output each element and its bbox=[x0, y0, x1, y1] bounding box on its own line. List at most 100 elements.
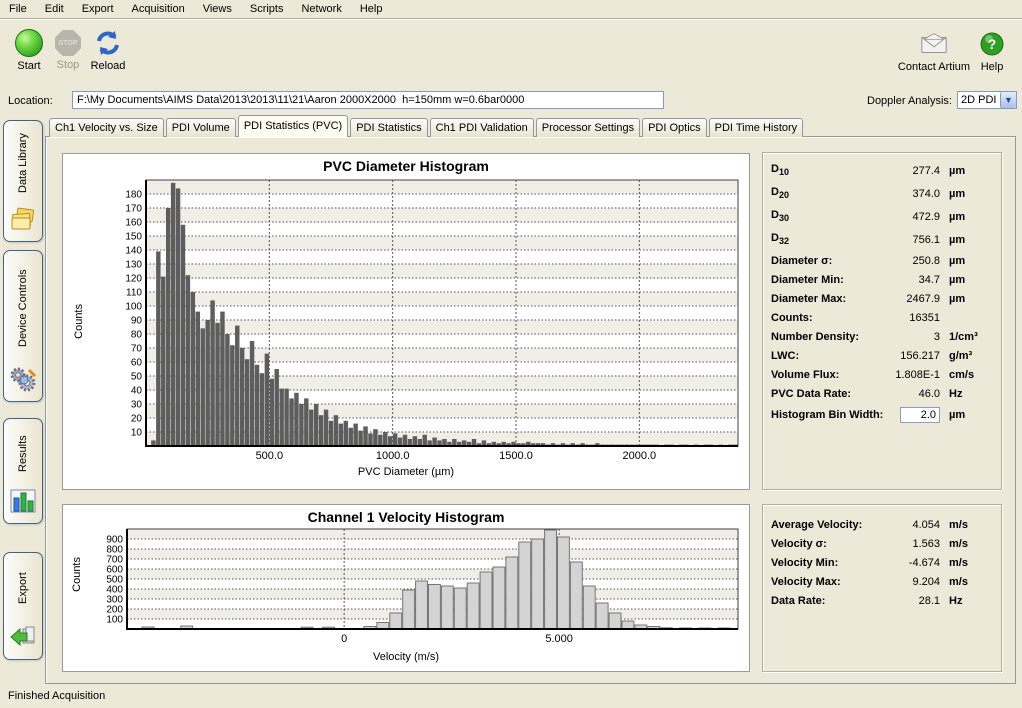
velocity-stat-label: Average Velocity: bbox=[771, 519, 876, 531]
chevron-down-icon[interactable]: ▼ bbox=[1000, 92, 1016, 108]
start-button[interactable]: Start bbox=[12, 29, 46, 72]
diameter-stat-row: Diameter σ:250.8µm bbox=[771, 251, 993, 270]
tab-processor-settings[interactable]: Processor Settings bbox=[536, 118, 640, 137]
status-text: Finished Acquisition bbox=[8, 690, 105, 702]
svg-text:10: 10 bbox=[131, 428, 143, 439]
diameter-stat-label: D32 bbox=[771, 232, 876, 246]
velocity-stat-value: 4.054 bbox=[876, 519, 940, 531]
bar-chart-icon bbox=[9, 488, 37, 517]
help-button-label: Help bbox=[981, 61, 1004, 73]
diameter-stat-unit: µm bbox=[949, 234, 993, 246]
sidebar-item-export[interactable]: Export bbox=[3, 552, 43, 660]
contact-artium-button[interactable]: Contact Artium bbox=[896, 30, 972, 73]
velocity-stat-label: Velocity Min: bbox=[771, 557, 876, 569]
diameter-stat-label: D20 bbox=[771, 186, 876, 200]
velocity-plot: 10020030040050060070080090005.000 bbox=[63, 505, 751, 673]
diameter-stat-unit: µm bbox=[949, 293, 993, 305]
diameter-stat-row: LWC:156.217g/m³ bbox=[771, 346, 993, 365]
help-button[interactable]: ? Help bbox=[974, 30, 1010, 73]
svg-text:170: 170 bbox=[125, 204, 142, 215]
velocity-histogram: Channel 1 Velocity Histogram Counts 1002… bbox=[62, 504, 750, 672]
velocity-stat-value: -4.674 bbox=[876, 557, 940, 569]
sidebar-item-device-controls[interactable]: Device Controls bbox=[3, 250, 43, 402]
sidebar-item-label: Device Controls bbox=[17, 251, 29, 366]
pvc-plot: 1020304050607080901001101201301401501601… bbox=[63, 154, 751, 491]
diameter-stat-value: 472.9 bbox=[876, 211, 940, 223]
diameter-stat-row: Number Density:31/cm³ bbox=[771, 327, 993, 346]
tab-ch1-velocity-vs-size[interactable]: Ch1 Velocity vs. Size bbox=[49, 118, 164, 137]
svg-text:500: 500 bbox=[106, 575, 123, 586]
svg-text:100: 100 bbox=[125, 302, 142, 313]
svg-text:300: 300 bbox=[106, 595, 123, 606]
diameter-stat-unit: 1/cm³ bbox=[949, 331, 993, 343]
stop-icon: STOP bbox=[55, 30, 81, 56]
location-input[interactable] bbox=[72, 91, 664, 109]
svg-text:800: 800 bbox=[106, 545, 123, 556]
svg-text:20: 20 bbox=[131, 414, 143, 425]
diameter-stat-row: Diameter Max:2467.9µm bbox=[771, 289, 993, 308]
svg-text:140: 140 bbox=[125, 246, 142, 257]
stop-button[interactable]: STOP Stop bbox=[52, 30, 84, 71]
gears-icon bbox=[9, 366, 37, 395]
svg-text:700: 700 bbox=[106, 555, 123, 566]
doppler-analysis-select[interactable]: 2D PDI ▼ bbox=[957, 91, 1017, 109]
diameter-stat-unit: µm bbox=[949, 211, 993, 223]
sidebar-item-label: Results bbox=[17, 419, 29, 488]
tab-pdi-optics[interactable]: PDI Optics bbox=[642, 118, 707, 137]
tab-pdi-statistics[interactable]: PDI Statistics bbox=[350, 118, 427, 137]
pvc-xaxis-label: PVC Diameter (µm) bbox=[63, 466, 749, 478]
export-arrow-icon bbox=[9, 624, 37, 653]
sidebar-item-data-library[interactable]: Data Library bbox=[3, 120, 43, 242]
svg-text:80: 80 bbox=[131, 330, 143, 341]
sidebar-item-label: Data Library bbox=[17, 121, 29, 206]
menu-file[interactable]: File bbox=[0, 1, 36, 17]
sidebar-item-results[interactable]: Results bbox=[3, 418, 43, 524]
diameter-stat-unit: µm bbox=[949, 165, 993, 177]
velocity-stat-label: Data Rate: bbox=[771, 595, 876, 607]
velocity-stat-unit: m/s bbox=[949, 557, 993, 569]
diameter-stat-row: Diameter Min:34.7µm bbox=[771, 270, 993, 289]
velocity-stat-unit: Hz bbox=[949, 595, 993, 607]
velocity-stat-value: 28.1 bbox=[876, 595, 940, 607]
menu-edit[interactable]: Edit bbox=[36, 1, 73, 17]
diameter-stat-value: 374.0 bbox=[876, 188, 940, 200]
menu-acquisition[interactable]: Acquisition bbox=[123, 1, 194, 17]
tab-pdi-volume[interactable]: PDI Volume bbox=[166, 118, 236, 137]
svg-text:1000.0: 1000.0 bbox=[376, 450, 410, 462]
svg-text:90: 90 bbox=[131, 316, 143, 327]
diameter-stat-row: D20374.0µm bbox=[771, 182, 993, 205]
diameter-stat-label: Number Density: bbox=[771, 331, 876, 343]
menu-views[interactable]: Views bbox=[194, 1, 241, 17]
menu-help[interactable]: Help bbox=[351, 1, 392, 17]
tab-ch1-pdi-validation[interactable]: Ch1 PDI Validation bbox=[430, 118, 534, 137]
velocity-stat-row: Average Velocity:4.054m/s bbox=[771, 515, 993, 534]
contact-artium-label: Contact Artium bbox=[898, 61, 970, 73]
menu-network[interactable]: Network bbox=[292, 1, 350, 17]
diameter-stat-row: Volume Flux:1.808E-1cm/s bbox=[771, 365, 993, 384]
reload-button[interactable]: Reload bbox=[88, 29, 128, 72]
start-button-label: Start bbox=[17, 60, 40, 72]
tab-pdi-time-history[interactable]: PDI Time History bbox=[709, 118, 804, 137]
svg-text:130: 130 bbox=[125, 260, 142, 271]
velocity-stats-panel: Average Velocity:4.054m/sVelocity σ:1.56… bbox=[762, 504, 1002, 672]
velocity-stat-row: Velocity σ:1.563m/s bbox=[771, 534, 993, 553]
menu-export[interactable]: Export bbox=[73, 1, 123, 17]
diameter-stat-label: PVC Data Rate: bbox=[771, 388, 876, 400]
velocity-xaxis-label: Velocity (m/s) bbox=[63, 651, 749, 663]
svg-text:5.000: 5.000 bbox=[545, 633, 573, 645]
diameter-stat-value: 46.0 bbox=[876, 388, 940, 400]
doppler-analysis-label: Doppler Analysis: bbox=[826, 95, 952, 107]
diameter-stat-row: PVC Data Rate:46.0Hz bbox=[771, 384, 993, 403]
histogram-bin-width-input[interactable] bbox=[900, 407, 940, 423]
svg-text:400: 400 bbox=[106, 585, 123, 596]
diameter-stat-value: 756.1 bbox=[876, 234, 940, 246]
diameter-stat-label: D10 bbox=[771, 163, 876, 177]
diameter-stat-label: Diameter σ: bbox=[771, 255, 876, 267]
diameter-stat-value: 250.8 bbox=[876, 255, 940, 267]
svg-text:2000.0: 2000.0 bbox=[623, 450, 657, 462]
svg-text:500.0: 500.0 bbox=[256, 450, 284, 462]
diameter-stat-label: LWC: bbox=[771, 350, 876, 362]
menu-scripts[interactable]: Scripts bbox=[241, 1, 293, 17]
tab-pdi-statistics-pvc[interactable]: PDI Statistics (PVC) bbox=[238, 115, 348, 137]
help-icon: ? bbox=[977, 30, 1007, 58]
